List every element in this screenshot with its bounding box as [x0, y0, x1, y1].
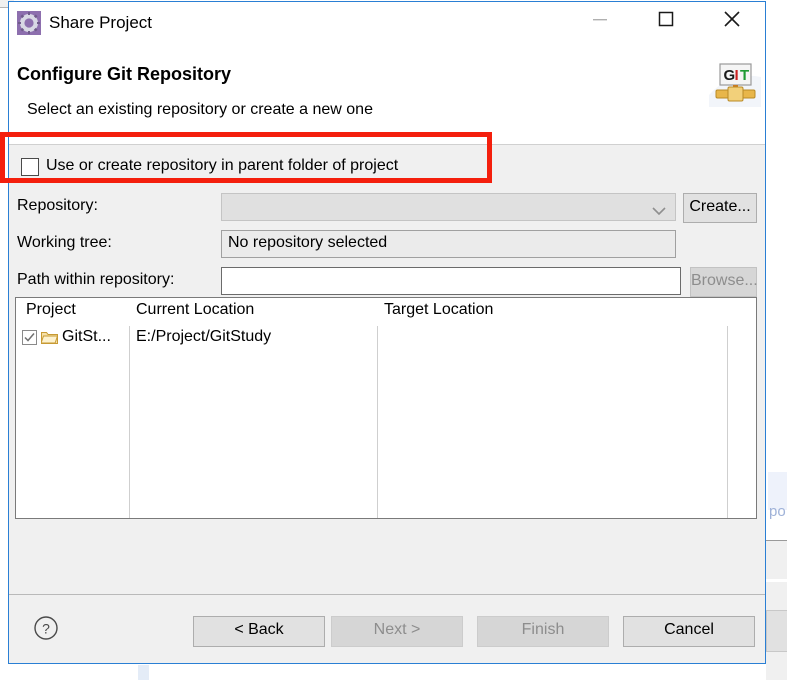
- next-button[interactable]: Next >: [331, 616, 463, 647]
- repository-label: Repository:: [17, 197, 98, 214]
- background-bottom-nub: [138, 665, 149, 680]
- background-band: [766, 541, 787, 579]
- parent-folder-checkbox[interactable]: [21, 158, 39, 176]
- maximize-icon[interactable]: [643, 2, 689, 36]
- dialog-body: Use or create repository in parent folde…: [9, 145, 765, 594]
- create-repository-button[interactable]: Create...: [683, 193, 757, 223]
- folder-icon: [40, 330, 59, 344]
- table-row[interactable]: GitSt... E:/Project/GitStudy: [16, 326, 756, 352]
- minimize-icon[interactable]: [577, 2, 623, 36]
- share-project-dialog: Share Project Configure Git Repository S…: [8, 1, 766, 664]
- svg-text:G: G: [724, 67, 736, 84]
- repository-row: Repository: Create...: [9, 193, 765, 223]
- svg-text:I: I: [735, 67, 739, 84]
- page-title: Configure Git Repository: [17, 64, 232, 84]
- finish-button[interactable]: Finish: [477, 616, 609, 647]
- git-logo: G I T: [709, 55, 761, 107]
- background-strip-text: po: [769, 503, 786, 520]
- path-within-repository-input[interactable]: [221, 267, 681, 295]
- column-header-current-location[interactable]: Current Location: [136, 301, 254, 319]
- cancel-button[interactable]: Cancel: [623, 616, 755, 647]
- column-header-target-location[interactable]: Target Location: [384, 301, 493, 319]
- help-icon[interactable]: ?: [33, 615, 59, 641]
- working-tree-label: Working tree:: [17, 234, 112, 251]
- working-tree-value: No repository selected: [221, 230, 676, 258]
- cell-current-location: E:/Project/GitStudy: [136, 328, 272, 345]
- window-title: Share Project: [49, 13, 152, 32]
- dialog-header: Configure Git Repository Select an exist…: [9, 47, 765, 145]
- background-box: [766, 610, 787, 652]
- background-bottom-left: [0, 668, 138, 680]
- path-within-repository-row: Path within repository: Browse...: [9, 267, 765, 297]
- parent-folder-option-row[interactable]: Use or create repository in parent folde…: [17, 153, 757, 183]
- gear-icon: [17, 11, 41, 35]
- close-icon[interactable]: [709, 2, 755, 36]
- svg-text:T: T: [740, 67, 749, 84]
- screen: po Share Project Configure Git Repositor…: [0, 0, 787, 680]
- column-header-project[interactable]: Project: [26, 301, 76, 319]
- repository-combo[interactable]: [221, 193, 676, 221]
- path-within-repository-label: Path within repository:: [17, 271, 175, 288]
- chevron-down-icon: [652, 203, 666, 221]
- page-description: Select an existing repository or create …: [27, 101, 373, 118]
- footer-button-bar: ? < Back Next > Finish Cancel: [9, 595, 765, 663]
- working-tree-row: Working tree: No repository selected: [9, 230, 765, 260]
- cell-project: GitSt...: [62, 328, 111, 345]
- title-bar: Share Project: [9, 2, 765, 47]
- svg-text:?: ?: [42, 621, 50, 637]
- back-button[interactable]: < Back: [193, 616, 325, 647]
- browse-button[interactable]: Browse...: [690, 267, 758, 297]
- project-table[interactable]: Project Current Location Target Location: [15, 297, 757, 519]
- table-header: Project Current Location Target Location: [16, 298, 756, 326]
- row-checkbox[interactable]: [22, 330, 37, 345]
- parent-folder-label: Use or create repository in parent folde…: [46, 157, 399, 174]
